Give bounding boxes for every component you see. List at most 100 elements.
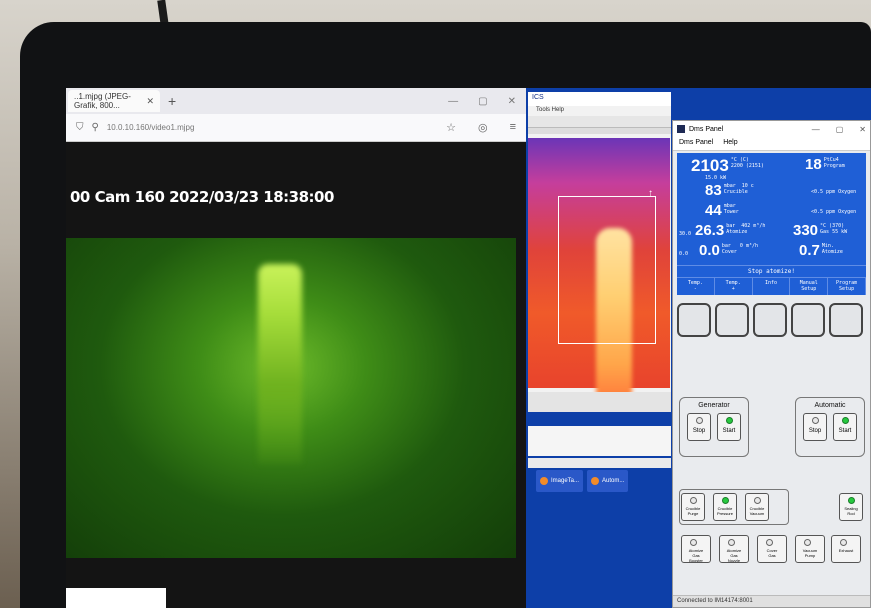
function-tabs: Temp. - Temp. + Info Manual Setup Progra… bbox=[677, 277, 866, 295]
sealing-rod-label: Sealing Rod bbox=[844, 506, 858, 516]
soft-key-2[interactable] bbox=[715, 303, 749, 337]
melt-stream bbox=[258, 264, 302, 464]
tab-temp-plus[interactable]: Temp. + bbox=[715, 278, 753, 295]
generator-start-button[interactable]: Start bbox=[717, 413, 741, 441]
soft-key-4[interactable] bbox=[791, 303, 825, 337]
crucible-pressure-label: Crucible Pressure bbox=[716, 506, 733, 516]
led-indicator bbox=[690, 539, 697, 546]
readout-detail: °C (370) Gas 55 kW bbox=[820, 223, 848, 235]
readout-temperature: 2103 °C (C) 2200 (2151) bbox=[691, 157, 764, 174]
atomize-gas-nozzle-button[interactable]: Atomize Gas Nozzle bbox=[719, 535, 749, 563]
automatic-start-button[interactable]: Start bbox=[833, 413, 857, 441]
menu-help[interactable]: Help bbox=[723, 139, 737, 148]
readout-program: 18 PtCu4 Program bbox=[805, 157, 845, 172]
led-indicator bbox=[812, 417, 819, 424]
browser-window: ..1.mjpg (JPEG-Grafik, 800... ✕ + — ▢ ✕ … bbox=[66, 88, 526, 608]
crucible-pressure-button[interactable]: Crucible Pressure bbox=[713, 493, 737, 521]
soft-keys bbox=[673, 295, 870, 345]
thermal-status-row bbox=[528, 458, 671, 468]
exhaust-button[interactable]: Exhaust bbox=[831, 535, 861, 563]
readout-detail: °C (C) 2200 (2151) bbox=[730, 157, 764, 169]
vacuum-pump-button[interactable]: Vacuum Pump bbox=[795, 535, 825, 563]
video-stream: 00 Cam 160 2022/03/23 18:38:00 bbox=[66, 142, 526, 608]
readout-detail: bar 0 m³/h Cover bbox=[721, 243, 758, 255]
atomize-gas-booster-button[interactable]: Atomize Gas Booster bbox=[681, 535, 711, 563]
vacuum-pump-label: Vacuum Pump bbox=[802, 548, 818, 558]
maximize-icon[interactable]: ▢ bbox=[478, 96, 487, 107]
automatic-stop-button[interactable]: Stop bbox=[803, 413, 827, 441]
menu-icon[interactable]: ≡ bbox=[510, 121, 516, 134]
sealing-rod-button[interactable]: Sealing Rod bbox=[839, 493, 863, 521]
gas-buttons: Atomize Gas Booster Atomize Gas Nozzle C… bbox=[681, 535, 861, 563]
generator-stop-button[interactable]: Stop bbox=[687, 413, 711, 441]
browser-tab[interactable]: ..1.mjpg (JPEG-Grafik, 800... ✕ bbox=[68, 90, 160, 112]
readout-oxygen-2: <0.5 ppm Oxygen bbox=[811, 209, 856, 215]
thermal-scrollbar[interactable] bbox=[528, 392, 671, 412]
led-indicator bbox=[690, 497, 697, 504]
tab-title: ..1.mjpg (JPEG-Grafik, 800... bbox=[74, 92, 131, 110]
shield-icon[interactable]: ⛉ bbox=[76, 122, 84, 133]
minimize-icon[interactable]: — bbox=[448, 96, 458, 107]
tab-info[interactable]: Info bbox=[753, 278, 791, 295]
readout-value: 83 bbox=[705, 182, 722, 199]
window-controls: — ▢ ✕ bbox=[448, 96, 526, 107]
crucible-vacuum-button[interactable]: Crucible Vacuum bbox=[745, 493, 769, 521]
readout-setpoint: 0.0 bbox=[679, 251, 689, 257]
plus-icon[interactable]: + bbox=[168, 93, 176, 109]
readout-value: 18 bbox=[805, 156, 822, 173]
region-of-interest[interactable] bbox=[558, 196, 656, 344]
thermal-toolbar[interactable] bbox=[528, 116, 671, 128]
taskbar-app-2[interactable]: Autom... bbox=[587, 470, 629, 492]
crucible-buttons: Crucible Purge Crucible Pressure Crucibl… bbox=[681, 493, 769, 521]
cover-gas-label: Cover Gas bbox=[766, 548, 778, 558]
soft-key-5[interactable] bbox=[829, 303, 863, 337]
lock-icon[interactable]: ⚲ bbox=[92, 122, 99, 133]
exhaust-label: Exhaust bbox=[838, 548, 854, 553]
led-indicator bbox=[728, 539, 735, 546]
screen: ..1.mjpg (JPEG-Grafik, 800... ✕ + — ▢ ✕ … bbox=[66, 88, 871, 608]
firefox-icon bbox=[591, 477, 600, 485]
close-window-icon[interactable]: ✕ bbox=[508, 96, 516, 107]
close-icon[interactable]: ✕ bbox=[859, 125, 866, 134]
automatic-group: Automatic Stop Start bbox=[795, 397, 865, 457]
url-text[interactable]: 10.0.10.160/video1.mjpg bbox=[107, 123, 446, 132]
atomize-gas-booster-label: Atomize Gas Booster bbox=[688, 548, 704, 563]
readout-detail: mbar Tower bbox=[723, 203, 739, 215]
pocket-icon[interactable]: ◎ bbox=[478, 121, 488, 134]
automatic-label: Automatic bbox=[814, 402, 846, 409]
star-icon[interactable]: ☆ bbox=[446, 121, 456, 134]
automatic-start-label: Start bbox=[838, 428, 852, 434]
readout-value: 26.3 bbox=[695, 222, 725, 239]
readout-value: 0.7 bbox=[799, 242, 820, 259]
soft-key-3[interactable] bbox=[753, 303, 787, 337]
readout-value: 2103 bbox=[691, 156, 729, 175]
crucible-purge-button[interactable]: Crucible Purge bbox=[681, 493, 705, 521]
tab-bar: ..1.mjpg (JPEG-Grafik, 800... ✕ + — ▢ ✕ bbox=[66, 88, 526, 114]
generator-start-label: Start bbox=[722, 428, 736, 434]
readout-detail: Min. Atomize bbox=[821, 243, 843, 255]
tab-manual-setup[interactable]: Manual Setup bbox=[790, 278, 829, 295]
tab-temp-minus[interactable]: Temp. - bbox=[677, 278, 715, 295]
cover-gas-button[interactable]: Cover Gas bbox=[757, 535, 787, 563]
readout-setpoint: 30.0 bbox=[679, 231, 692, 237]
readout-value: 0.0 bbox=[699, 242, 720, 259]
app-icon bbox=[540, 477, 548, 485]
readout-detail: bar 402 m³/h Atomize bbox=[726, 223, 766, 235]
tab-program-setup[interactable]: Program Setup bbox=[828, 278, 866, 295]
readout-crucible: 83 mbar 10 c Crucible bbox=[705, 183, 754, 198]
led-indicator bbox=[804, 539, 811, 546]
minimize-icon[interactable]: — bbox=[812, 125, 820, 134]
status-banner: Stop atomize! bbox=[677, 265, 866, 277]
soft-key-1[interactable] bbox=[677, 303, 711, 337]
thermal-ruler bbox=[528, 128, 671, 134]
url-bar[interactable]: ⛉ ⚲ 10.0.10.160/video1.mjpg ☆ ◎ ≡ bbox=[66, 114, 526, 142]
thermal-menu[interactable]: Tools Help bbox=[528, 106, 671, 116]
menu-dms-panel[interactable]: Dms Panel bbox=[679, 139, 713, 148]
dms-panel-window: Dms Panel — ▢ ✕ Dms Panel Help 2103 °C (… bbox=[672, 120, 871, 608]
connection-status: Connected to IM14174:8001 bbox=[673, 595, 870, 607]
taskbar-app-1[interactable]: ImageTa... bbox=[536, 470, 584, 492]
maximize-icon[interactable]: ▢ bbox=[836, 125, 844, 134]
readout-detail: <0.5 ppm Oxygen bbox=[811, 209, 857, 215]
led-indicator bbox=[754, 497, 761, 504]
close-icon[interactable]: ✕ bbox=[146, 96, 154, 107]
